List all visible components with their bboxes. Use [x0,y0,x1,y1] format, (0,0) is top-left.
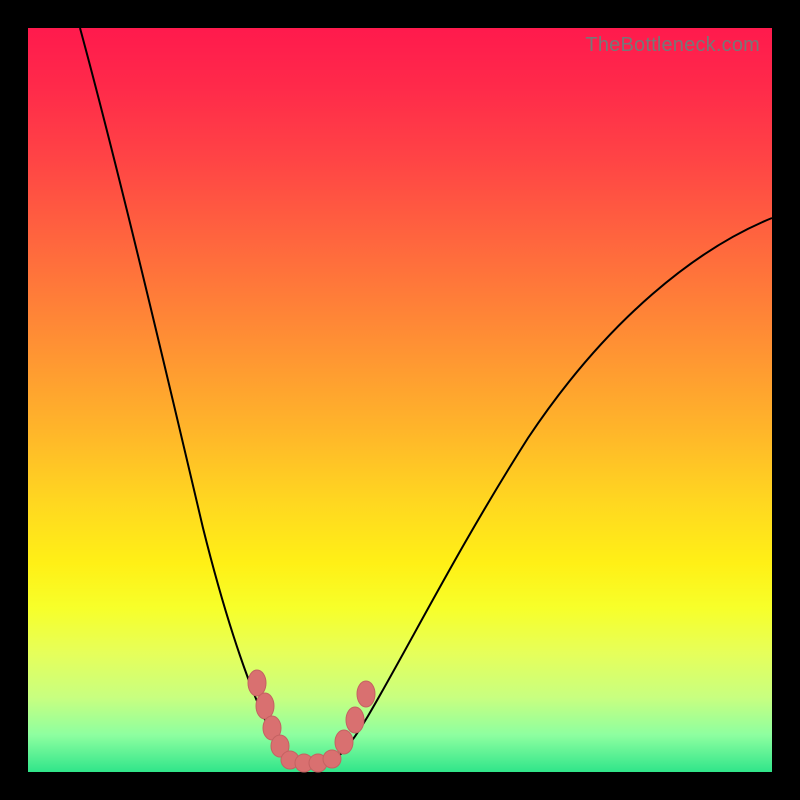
curve-path [80,28,772,764]
bottleneck-curve [28,28,772,772]
outer-frame: TheBottleneck.com [0,0,800,800]
recommended-range-beads [248,670,375,772]
plot-area: TheBottleneck.com [28,28,772,772]
